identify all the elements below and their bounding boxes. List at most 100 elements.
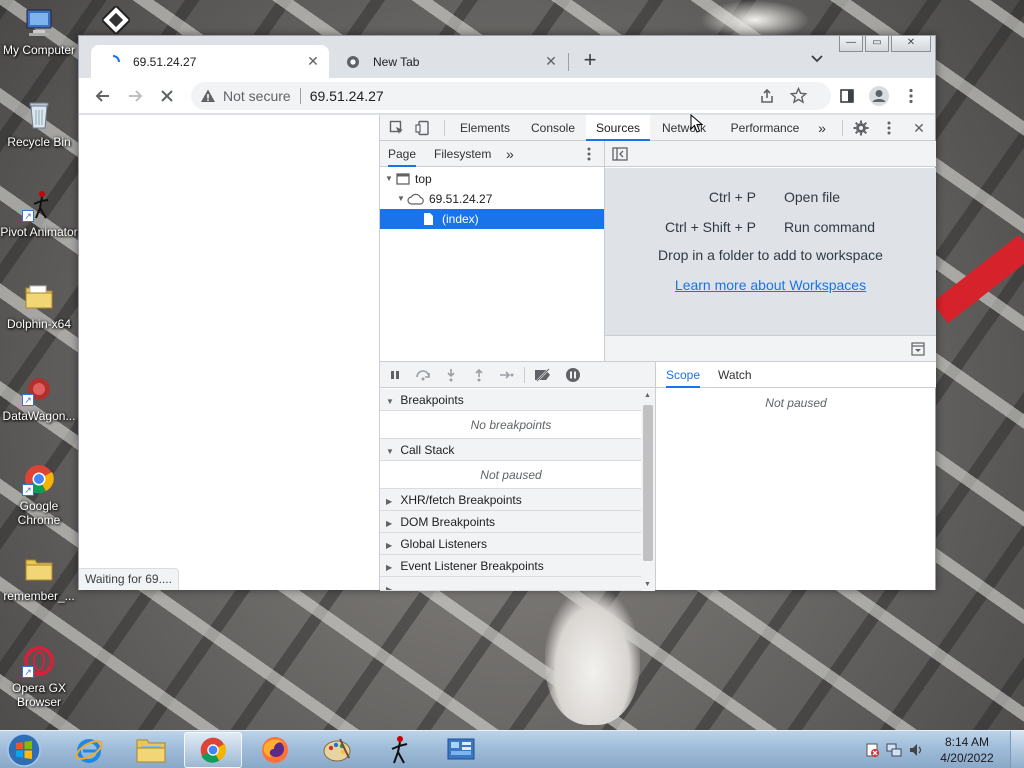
avatar-icon (869, 86, 889, 106)
tab-close-icon[interactable]: ✕ (303, 53, 323, 70)
network-icon[interactable] (886, 742, 902, 758)
section-event-listener-breakpoints[interactable]: ▶ Event Listener Breakpoints (380, 555, 642, 577)
new-tab-button[interactable]: + (579, 49, 601, 72)
tab-close-icon[interactable]: ✕ (541, 53, 561, 70)
warning-icon[interactable] (199, 88, 217, 104)
tab-sources[interactable]: Sources (586, 115, 650, 141)
navigator-more-button[interactable]: » (506, 141, 514, 167)
tab-strip: 69.51.24.27 ✕ New Tab ✕ + — ▭ ✕ (79, 36, 935, 78)
step-out-icon[interactable] (470, 366, 488, 384)
start-button[interactable] (6, 732, 42, 768)
page-content[interactable]: Waiting for 69.... (79, 115, 379, 590)
chrome-menu-button[interactable] (899, 84, 923, 108)
section-global-listeners[interactable]: ▶ Global Listeners (380, 533, 642, 555)
desktop-icon-my-computer[interactable]: My Computer (0, 6, 78, 57)
desktop-icon-opera-gx[interactable]: ↗ Opera GX Browser (0, 644, 78, 709)
toggle-debugger-icon[interactable] (909, 340, 927, 358)
url-text[interactable]: 69.51.24.27 (310, 88, 384, 104)
stop-loading-button[interactable] (155, 84, 179, 108)
taskbar-paint[interactable] (308, 732, 366, 768)
section-clipped[interactable]: ▶ (380, 577, 642, 591)
file-icon (420, 212, 436, 226)
taskbar-firefox[interactable] (246, 732, 304, 768)
star-icon[interactable] (789, 86, 808, 107)
desktop-icon-remember-folder[interactable]: remember_... (0, 552, 78, 603)
volume-icon[interactable] (908, 742, 924, 758)
tab-scope[interactable]: Scope (666, 362, 701, 388)
profile-button[interactable] (867, 84, 891, 108)
navigator-tab-page[interactable]: Page (388, 141, 417, 167)
clock[interactable]: 8:14 AM 4/20/2022 (932, 734, 1002, 766)
action-center-icon[interactable] (864, 742, 880, 758)
tab-performance[interactable]: Performance (726, 115, 804, 141)
show-desktop-button[interactable] (1010, 731, 1024, 768)
triangle-down-icon[interactable]: ▼ (396, 189, 406, 209)
security-status-label[interactable]: Not secure (223, 88, 291, 104)
scrollbar-thumb[interactable] (643, 405, 653, 561)
triangle-right-icon: ▶ (386, 563, 393, 572)
tab-new-tab[interactable]: New Tab ✕ (331, 45, 567, 78)
tree-node-top[interactable]: ▼ top (380, 169, 604, 189)
minimize-button[interactable]: — (839, 36, 863, 52)
desktop-icon-dolphin[interactable]: Dolphin-x64 (0, 280, 78, 331)
pause-on-exceptions-icon[interactable] (564, 366, 582, 384)
scope-empty: Not paused (765, 396, 827, 410)
taskbar-chrome[interactable] (184, 732, 242, 768)
maximize-button[interactable]: ▭ (865, 36, 889, 52)
taskbar-internet-explorer[interactable] (60, 732, 118, 768)
side-panel-button[interactable] (835, 84, 859, 108)
window-controls: — ▭ ✕ (837, 36, 931, 52)
navigator-tab-filesystem[interactable]: Filesystem (434, 141, 491, 167)
tab-search-button[interactable] (807, 51, 827, 71)
pause-icon[interactable] (386, 366, 404, 384)
desktop-icon-pivot-animator[interactable]: ↗ Pivot Animator (0, 188, 78, 239)
film-icon[interactable] (100, 4, 132, 36)
scroll-up-icon[interactable]: ▲ (644, 392, 651, 399)
tab-console[interactable]: Console (524, 115, 582, 141)
tree-node-index[interactable]: (index) (380, 209, 604, 229)
scroll-down-icon[interactable]: ▼ (644, 581, 651, 588)
close-window-button[interactable]: ✕ (891, 36, 931, 52)
triangle-down-icon: ▼ (386, 397, 394, 406)
desktop-icon-recycle-bin[interactable]: Recycle Bin (0, 98, 78, 149)
chrome-favicon-icon (345, 54, 361, 70)
back-button[interactable] (91, 84, 115, 108)
section-call-stack[interactable]: ▼ Call Stack (380, 439, 642, 461)
taskbar-control-panel[interactable] (432, 732, 490, 768)
address-bar[interactable]: Not secure 69.51.24.27 (191, 82, 831, 110)
triangle-down-icon[interactable]: ▼ (384, 169, 394, 189)
tab-watch[interactable]: Watch (718, 362, 752, 388)
workspace-learn-more-link[interactable]: Learn more about Workspaces (605, 277, 936, 293)
inspect-element-icon[interactable] (388, 119, 406, 137)
debugger-scrollbar[interactable]: ▲ ▼ (641, 389, 655, 591)
taskbar-pivot-animator[interactable] (370, 732, 428, 768)
deactivate-breakpoints-icon[interactable] (534, 366, 552, 384)
toggle-navigator-icon[interactable] (611, 145, 629, 163)
tab-active[interactable]: 69.51.24.27 ✕ (91, 45, 329, 78)
wallpaper-dog-tail (700, 0, 810, 40)
step-over-icon[interactable] (414, 366, 432, 384)
gear-icon[interactable] (852, 119, 870, 137)
step-into-icon[interactable] (442, 366, 460, 384)
section-breakpoints[interactable]: ▼ Breakpoints (380, 389, 642, 411)
desktop-icon-datawagon[interactable]: ↗ DataWagon... (0, 372, 78, 423)
sources-navigator: Page Filesystem » ▼ top ▼ 69.51.24.27 (i… (380, 141, 605, 361)
tab-title: New Tab (373, 54, 420, 69)
side-panel-icon (840, 89, 854, 103)
forward-button[interactable] (123, 84, 147, 108)
section-dom-breakpoints[interactable]: ▶ DOM Breakpoints (380, 511, 642, 533)
step-icon[interactable] (498, 366, 516, 384)
taskbar-file-explorer[interactable] (122, 732, 180, 768)
shortcut-arrow-icon: ↗ (22, 210, 34, 222)
tree-node-domain[interactable]: ▼ 69.51.24.27 (380, 189, 604, 209)
share-icon[interactable] (759, 88, 775, 107)
desktop-icon-google-chrome[interactable]: ↗ Google Chrome (0, 462, 78, 527)
devtools-close-button[interactable]: ✕ (910, 119, 928, 137)
section-xhr-fetch-breakpoints[interactable]: ▶ XHR/fetch Breakpoints (380, 489, 642, 511)
datawagon-icon: ↗ (22, 372, 56, 406)
tab-elements[interactable]: Elements (452, 115, 518, 141)
more-tabs-button[interactable]: » (814, 115, 830, 141)
device-toolbar-icon[interactable] (414, 119, 432, 137)
devtools-menu-icon[interactable] (880, 119, 898, 137)
navigator-menu-icon[interactable] (580, 145, 598, 163)
